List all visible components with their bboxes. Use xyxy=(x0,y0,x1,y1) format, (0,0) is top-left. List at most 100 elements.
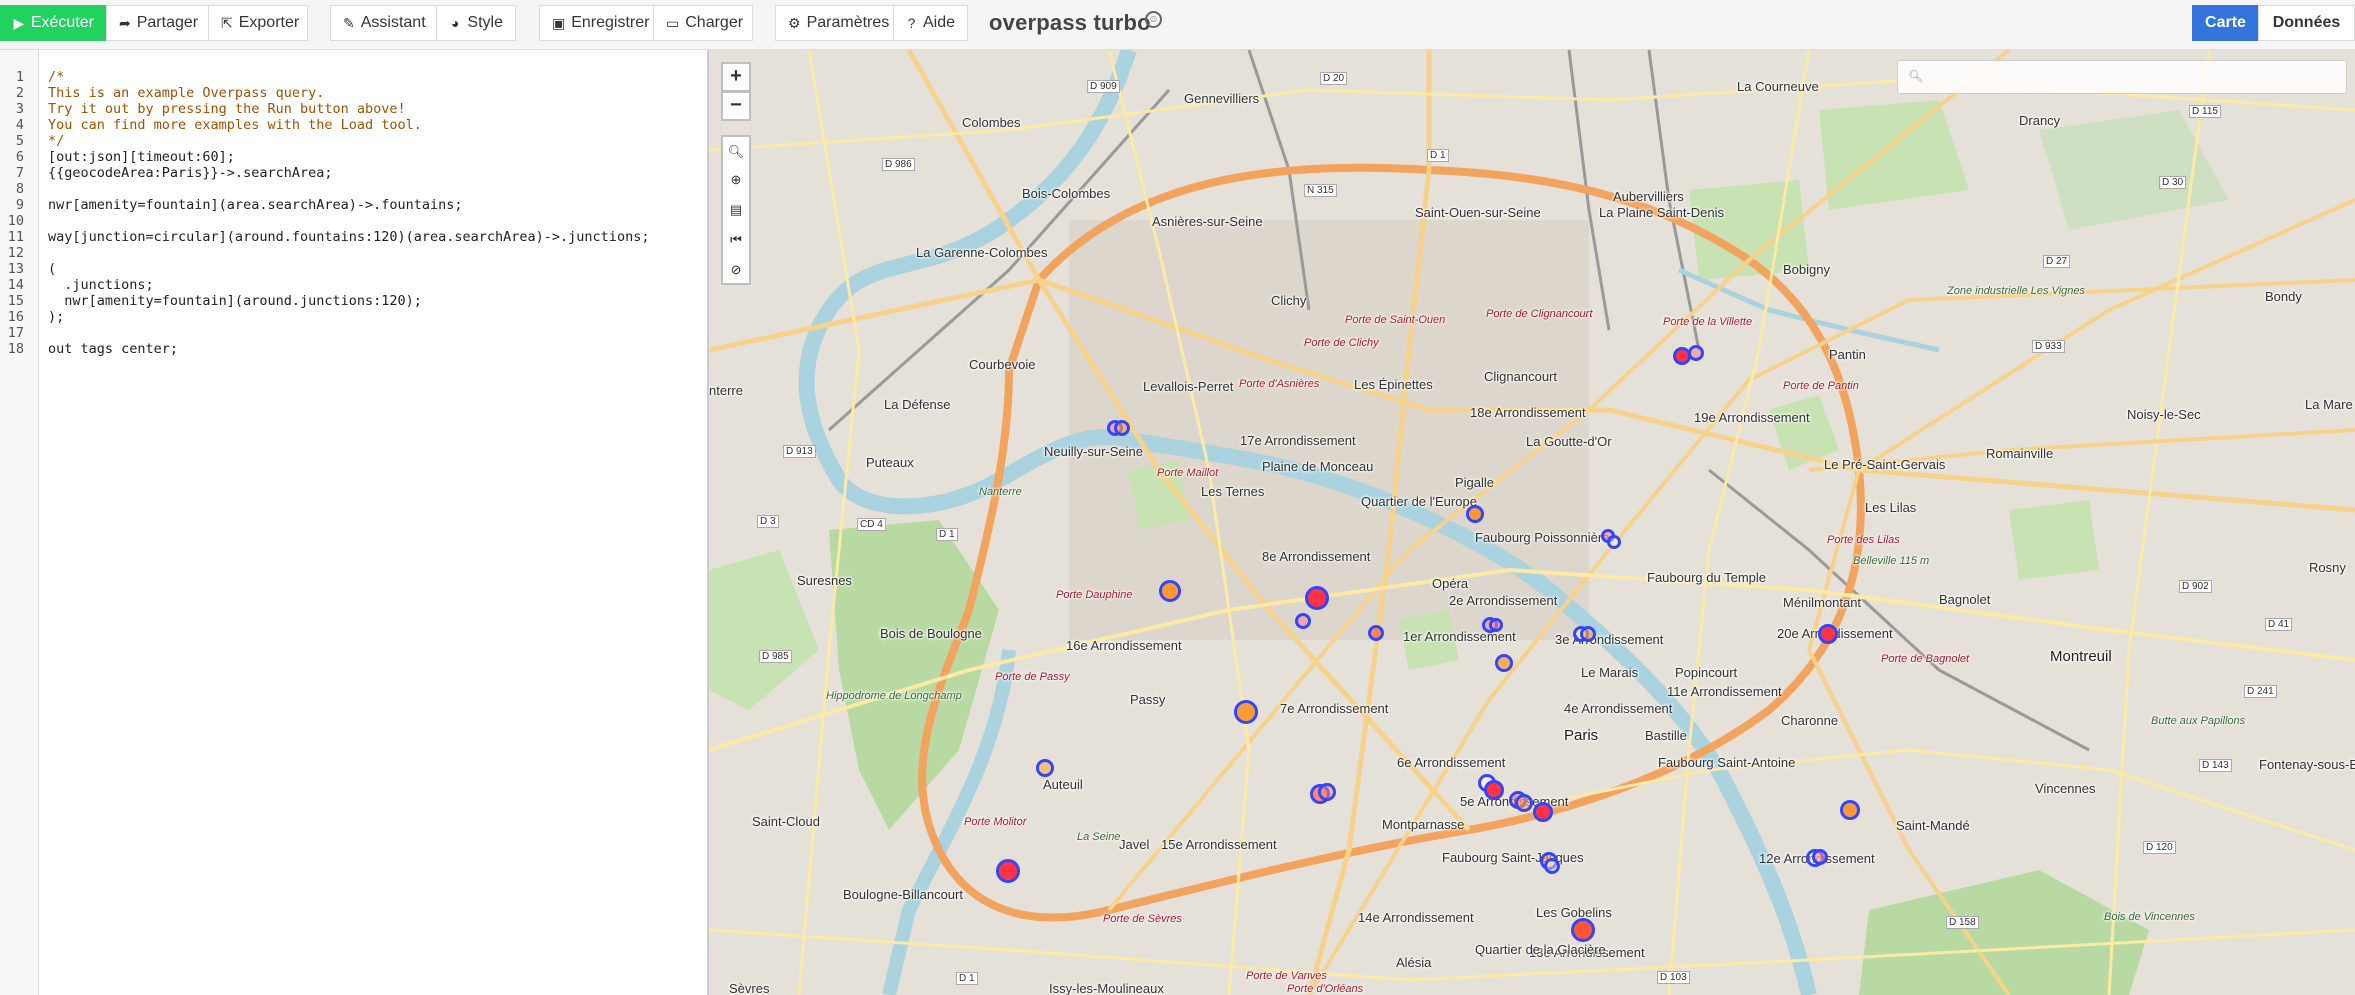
code-line[interactable]: */ xyxy=(48,133,64,149)
zoom-out-button[interactable]: − xyxy=(721,91,751,121)
query-editor[interactable]: 1 2 3 4 5 6 7 8 9 10 11 12 13 14 15 16 17 18 /* This is an… xyxy=(0,50,709,995)
execute-button[interactable]: ▶ Exécuter xyxy=(0,5,107,41)
fountain-marker[interactable] xyxy=(1114,420,1130,436)
fit-to-data-icon[interactable]: ⏮ xyxy=(721,225,751,255)
help-button[interactable]: ? Aide xyxy=(893,5,968,41)
code-line[interactable]: /* xyxy=(48,69,64,85)
map-label: Sèvres xyxy=(729,981,770,995)
export-button[interactable]: ⇱ Exporter xyxy=(208,5,308,41)
map-label: Aubervilliers xyxy=(1613,189,1684,204)
share-button[interactable]: ➦ Partager xyxy=(106,5,209,41)
save-button[interactable]: ▣ Enregistrer xyxy=(539,5,654,41)
map-label: Porte de Vanves xyxy=(1246,970,1327,982)
map-label: Le Marais xyxy=(1581,665,1639,680)
map-label: Porte de Saint-Ouen xyxy=(1345,314,1446,326)
code-line[interactable]: ( xyxy=(48,261,56,277)
code-line[interactable]: out tags center; xyxy=(48,341,178,357)
map-view[interactable]: + − 🔍︎ ⊕ ▤ ⏮ ⊘ 🔍︎ Colombes Gennevilliers… xyxy=(709,50,2355,995)
fountain-marker[interactable] xyxy=(1544,858,1560,874)
toggle-data-icon[interactable]: ⊘ xyxy=(721,255,751,285)
fountain-marker[interactable] xyxy=(1607,535,1621,549)
road-shield: D 1 xyxy=(1427,149,1449,162)
fountain-marker[interactable] xyxy=(1580,626,1596,642)
line-number: 12 xyxy=(7,245,24,261)
fountain-marker[interactable] xyxy=(1840,800,1860,820)
fountain-marker[interactable] xyxy=(1489,618,1503,632)
code-line[interactable]: .junctions; xyxy=(48,277,153,293)
road-shield: D 913 xyxy=(783,445,816,458)
osm-logo-icon: ☺ xyxy=(1145,11,1162,28)
export-image-icon[interactable]: ▤ xyxy=(721,195,751,225)
map-label: 7e Arrondissement xyxy=(1280,701,1389,716)
fountain-marker[interactable] xyxy=(1495,654,1513,672)
fountain-marker[interactable] xyxy=(1036,759,1054,777)
fountain-marker[interactable] xyxy=(1515,794,1533,812)
fountain-marker[interactable] xyxy=(1533,802,1553,822)
tab-map[interactable]: Carte xyxy=(2192,5,2259,41)
map-label: Porte de Bagnolet xyxy=(1881,653,1970,665)
code-line[interactable]: This is an example Overpass query. xyxy=(48,85,324,101)
magic-wand-icon: ✎ xyxy=(343,14,355,31)
code-line[interactable]: nwr[amenity=fountain](area.searchArea)->… xyxy=(48,197,463,213)
map-label: Bois de Vincennes xyxy=(2104,911,2195,923)
map-label: Les Épinettes xyxy=(1354,377,1433,392)
fountain-marker[interactable] xyxy=(1484,780,1504,800)
road-shield: D 933 xyxy=(2032,340,2065,353)
map-label: Porte Dauphine xyxy=(1056,589,1133,601)
fountain-marker[interactable] xyxy=(1295,613,1311,629)
fountain-marker[interactable] xyxy=(1318,783,1336,801)
fountain-marker[interactable] xyxy=(1818,624,1838,644)
locate-me-icon[interactable]: ⊕ xyxy=(721,165,751,195)
wizard-button[interactable]: ✎ Assistant xyxy=(330,5,437,41)
map-label: Fontenay-sous-Bois xyxy=(2259,757,2355,772)
gear-icon: ⚙ xyxy=(788,14,801,31)
fountain-marker[interactable] xyxy=(1368,625,1384,641)
load-button[interactable]: ▭ Charger xyxy=(653,5,753,41)
code-line[interactable]: {{geocodeArea:Paris}}->.searchArea; xyxy=(48,165,332,181)
road-shield: N 315 xyxy=(1304,184,1337,197)
style-button[interactable]: ◕ Style xyxy=(436,5,516,41)
map-label: Zone industrielle Les Vignes xyxy=(1947,285,2085,297)
code-line[interactable]: You can find more examples with the Load… xyxy=(48,117,422,133)
code-line[interactable]: [out:json][timeout:60]; xyxy=(48,149,235,165)
fountain-marker[interactable] xyxy=(1159,580,1181,602)
map-label: Levallois-Perret xyxy=(1143,379,1234,394)
road-shield: CD 4 xyxy=(857,518,886,531)
line-number: 4 xyxy=(15,117,24,133)
map-label: Belleville 115 m xyxy=(1853,555,1930,567)
code-line[interactable]: way[junction=circular](around.fountains:… xyxy=(48,229,649,245)
settings-button[interactable]: ⚙ Paramètres xyxy=(775,5,894,41)
line-number: 10 xyxy=(7,213,24,229)
map-label: Bagnolet xyxy=(1939,592,1991,607)
export-icon: ⇱ xyxy=(221,14,233,31)
code-line[interactable]: nwr[amenity=fountain](around.junctions:1… xyxy=(48,293,422,309)
tab-data[interactable]: Données xyxy=(2258,5,2355,41)
map-label: La Mare xyxy=(2305,397,2353,412)
map-label: Saint-Mandé xyxy=(1896,818,1970,833)
fountain-marker[interactable] xyxy=(1688,345,1704,361)
road-shield: D 20 xyxy=(1320,72,1348,85)
code-line[interactable]: Try it out by pressing the Run button ab… xyxy=(48,101,406,117)
code-line[interactable]: ); xyxy=(48,309,64,325)
fountain-marker[interactable] xyxy=(1571,918,1595,942)
map-label: 6e Arrondissement xyxy=(1397,755,1506,770)
road-shield: D 41 xyxy=(2265,618,2293,631)
map-label: Passy xyxy=(1130,692,1166,707)
map-label: Bobigny xyxy=(1783,262,1830,277)
fountain-marker[interactable] xyxy=(1234,700,1258,724)
road-shield: D 103 xyxy=(1657,971,1690,984)
map-label: Porte Molitor xyxy=(964,816,1027,828)
line-number: 11 xyxy=(7,229,24,245)
map-label: Ménilmontant xyxy=(1783,595,1862,610)
map-label: Butte aux Papillons xyxy=(2151,715,2246,727)
map-label: Alésia xyxy=(1396,955,1432,970)
map-label: Porte de Passy xyxy=(995,671,1070,683)
fountain-marker[interactable] xyxy=(1812,849,1828,865)
map-label: Bois de Boulogne xyxy=(880,626,982,641)
map-search-input[interactable] xyxy=(1897,60,2347,94)
fountain-marker[interactable] xyxy=(1305,586,1329,610)
fountain-marker[interactable] xyxy=(1466,505,1484,523)
zoom-to-data-icon[interactable]: 🔍︎ xyxy=(721,135,751,165)
fountain-marker[interactable] xyxy=(996,859,1020,883)
zoom-in-button[interactable]: + xyxy=(721,62,751,92)
